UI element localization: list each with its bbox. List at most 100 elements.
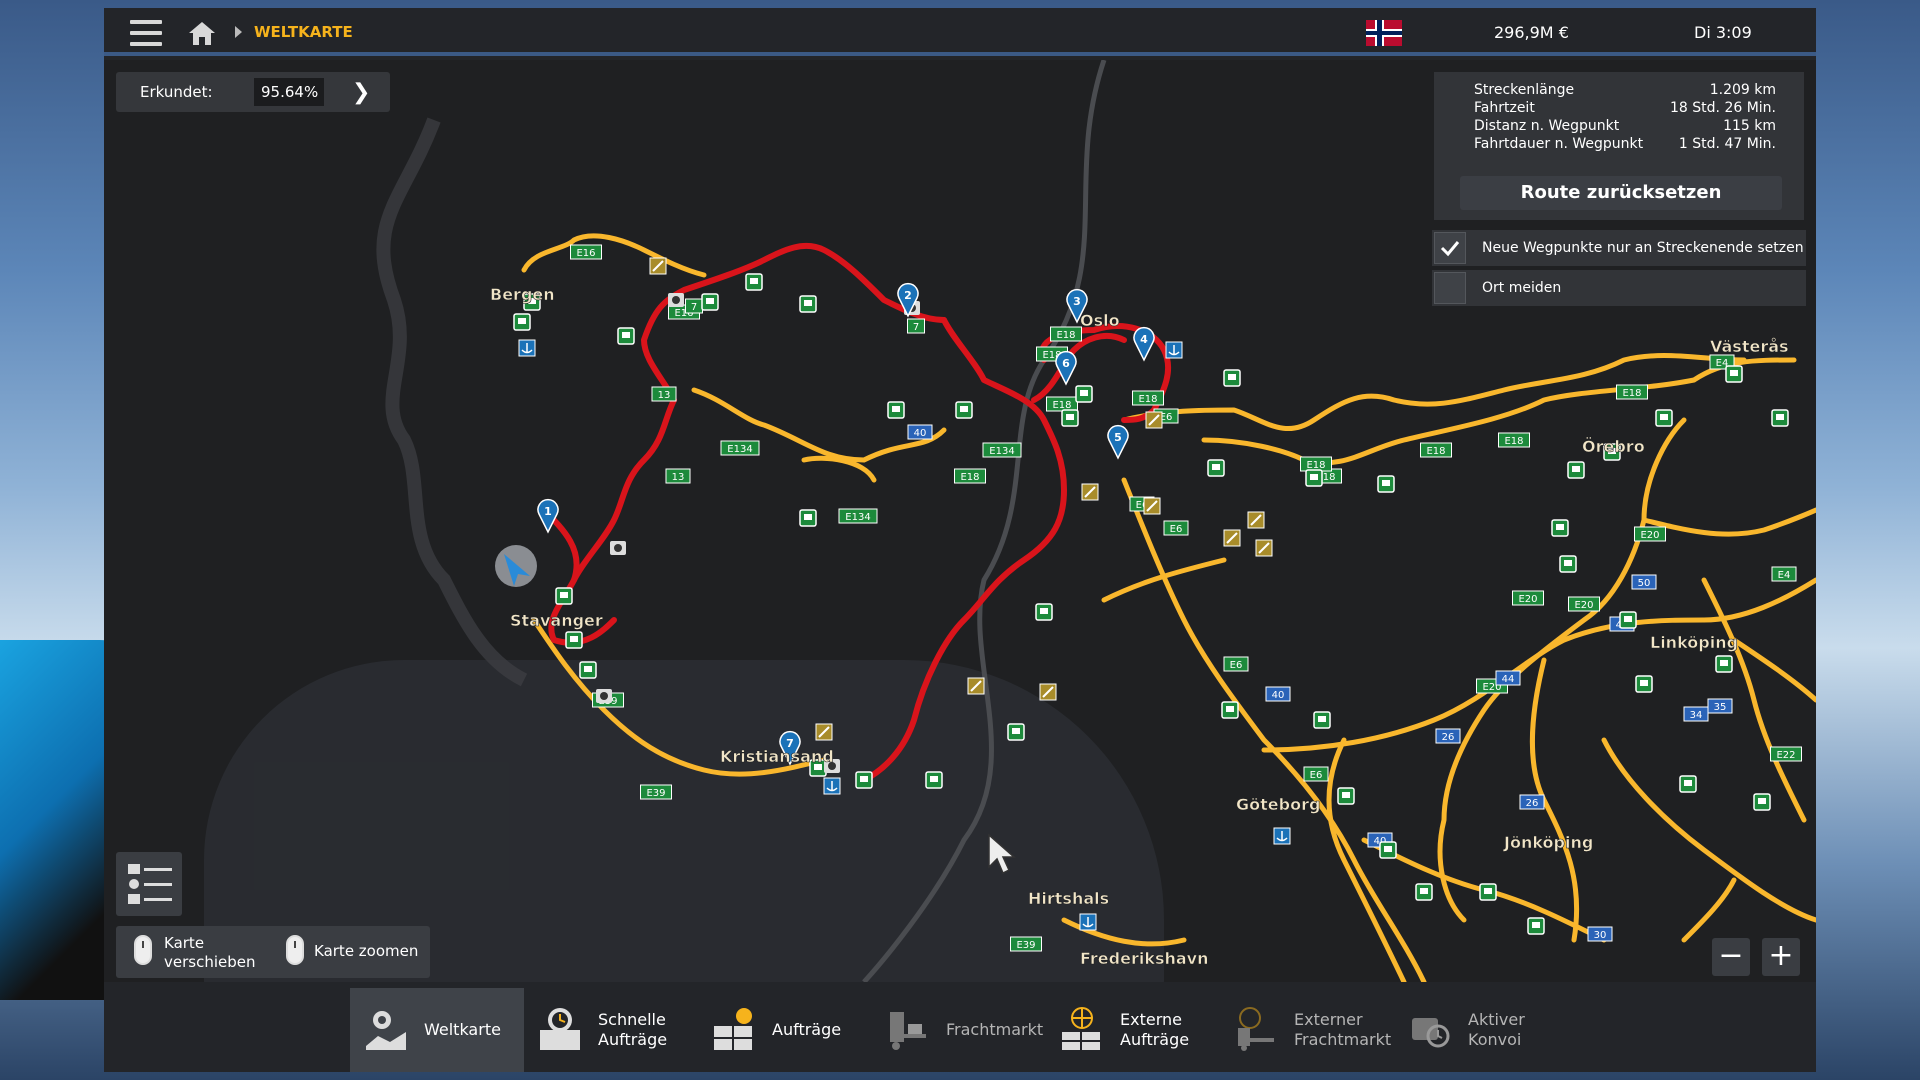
truck-depot-icon[interactable] <box>1305 469 1323 487</box>
truck-depot-icon[interactable] <box>513 313 531 331</box>
truck-depot-icon[interactable] <box>925 771 943 789</box>
zoom-out-button[interactable]: − <box>1712 938 1750 976</box>
ferry-yard-icon[interactable] <box>1145 411 1163 429</box>
tab-jobs[interactable]: Aufträge <box>698 988 872 1072</box>
city-label[interactable]: Frederikshavn <box>1080 949 1209 969</box>
truck-depot-icon[interactable] <box>555 587 573 605</box>
truck-depot-icon[interactable] <box>1035 603 1053 621</box>
truck-depot-icon[interactable] <box>1559 555 1577 573</box>
legend-button[interactable] <box>116 852 182 916</box>
tab-quick-jobs[interactable]: Schnelle Aufträge <box>524 988 698 1072</box>
world-map[interactable]: E16 E16 E134 E134 E134 E18 E18 E18 E18 E18 E18 E18 E… <box>104 60 1816 982</box>
truck-depot-icon[interactable] <box>701 293 719 311</box>
truck-depot-icon[interactable] <box>799 295 817 313</box>
truck-depot-icon[interactable] <box>1075 385 1093 403</box>
truck-depot-icon[interactable] <box>1223 369 1241 387</box>
port-anchor-icon[interactable] <box>518 339 536 357</box>
ferry-yard-icon[interactable] <box>1081 483 1099 501</box>
option-waypoints-end[interactable]: Neue Wegpunkte nur an Streckenende setze… <box>1432 230 1806 266</box>
city-label[interactable]: Västerås <box>1710 337 1789 357</box>
checkbox-avoid-place[interactable] <box>1434 272 1466 304</box>
truck-depot-icon[interactable] <box>1207 459 1225 477</box>
chevron-right-icon[interactable]: ❯ <box>352 80 370 105</box>
truck-depot-icon[interactable] <box>1221 701 1239 719</box>
city-label[interactable]: Stavanger <box>510 611 603 631</box>
truck-depot-icon[interactable] <box>887 401 905 419</box>
checkbox-waypoints-end[interactable] <box>1434 232 1466 264</box>
tab-external-freight-market[interactable]: Externer Frachtmarkt <box>1220 988 1394 1072</box>
port-anchor-icon[interactable] <box>1079 913 1097 931</box>
city-label[interactable]: Oslo <box>1080 311 1120 331</box>
truck-depot-icon[interactable] <box>799 509 817 527</box>
truck-depot-icon[interactable] <box>579 661 597 679</box>
port-anchor-icon[interactable] <box>823 777 841 795</box>
waypoint-pin[interactable]: 6 <box>1055 350 1077 386</box>
road-sign: E18 <box>1300 456 1332 472</box>
waypoint-pin[interactable]: 5 <box>1107 424 1129 460</box>
svg-text:E18: E18 <box>960 472 979 483</box>
truck-depot-icon[interactable] <box>1415 883 1433 901</box>
truck-depot-icon[interactable] <box>855 771 873 789</box>
truck-depot-icon[interactable] <box>1313 711 1331 729</box>
tab-freight-market[interactable]: Frachtmarkt <box>872 988 1046 1072</box>
truck-depot-icon[interactable] <box>1771 409 1789 427</box>
truck-depot-icon[interactable] <box>1753 793 1771 811</box>
truck-depot-icon[interactable] <box>955 401 973 419</box>
camera-icon[interactable] <box>668 293 684 307</box>
truck-depot-icon[interactable] <box>1551 519 1569 537</box>
truck-depot-icon[interactable] <box>1655 409 1673 427</box>
zoom-in-button[interactable]: + <box>1762 938 1800 976</box>
waypoint-pin[interactable]: 4 <box>1133 326 1155 362</box>
tab-external-jobs[interactable]: Externe Aufträge <box>1046 988 1220 1072</box>
home-icon[interactable] <box>188 20 216 46</box>
truck-depot-icon[interactable] <box>1379 841 1397 859</box>
road-sign: E6 <box>1303 766 1329 782</box>
port-anchor-icon[interactable] <box>1165 341 1183 359</box>
svg-text:E6: E6 <box>1230 660 1243 671</box>
ferry-yard-icon[interactable] <box>1223 529 1241 547</box>
city-label[interactable]: Örebro <box>1582 437 1645 457</box>
truck-depot-icon[interactable] <box>565 631 583 649</box>
city-label[interactable]: Kristiansand <box>720 747 834 767</box>
truck-depot-icon[interactable] <box>1725 365 1743 383</box>
tab-world-map[interactable]: Weltkarte <box>350 988 524 1072</box>
truck-depot-icon[interactable] <box>1527 917 1545 935</box>
top-bar: WELTKARTE 296,9M € Di 3:09 <box>104 8 1816 56</box>
truck-depot-icon[interactable] <box>1377 475 1395 493</box>
truck-depot-icon[interactable] <box>617 327 635 345</box>
svg-text:E6: E6 <box>1170 524 1183 535</box>
truck-depot-icon[interactable] <box>1715 655 1733 673</box>
truck-depot-icon[interactable] <box>1619 611 1637 629</box>
breadcrumb[interactable]: WELTKARTE <box>254 23 353 41</box>
ferry-yard-icon[interactable] <box>1255 539 1273 557</box>
port-anchor-icon[interactable] <box>1273 827 1291 845</box>
ferry-yard-icon[interactable] <box>815 723 833 741</box>
truck-depot-icon[interactable] <box>745 273 763 291</box>
city-label[interactable]: Hirtshals <box>1028 889 1110 909</box>
truck-depot-icon[interactable] <box>1007 723 1025 741</box>
camera-icon[interactable] <box>596 689 612 703</box>
truck-depot-icon[interactable] <box>1337 787 1355 805</box>
menu-icon[interactable] <box>130 20 162 46</box>
tab-active-convoy[interactable]: Aktiver Konvoi <box>1394 988 1568 1072</box>
truck-depot-icon[interactable] <box>1479 883 1497 901</box>
city-label[interactable]: Jönköping <box>1503 833 1594 853</box>
svg-text:E134: E134 <box>845 512 870 523</box>
svg-text:E18: E18 <box>1056 330 1075 341</box>
ferry-yard-icon[interactable] <box>649 257 667 275</box>
truck-depot-icon[interactable] <box>1635 675 1653 693</box>
city-label[interactable]: Linköping <box>1650 633 1739 653</box>
waypoint-pin[interactable]: 1 <box>537 498 559 534</box>
ferry-yard-icon[interactable] <box>1247 511 1265 529</box>
truck-depot-icon[interactable] <box>1567 461 1585 479</box>
ferry-yard-icon[interactable] <box>1143 497 1161 515</box>
option-avoid-place[interactable]: Ort meiden <box>1432 270 1806 306</box>
city-label[interactable]: Göteborg <box>1236 795 1321 815</box>
reset-route-button[interactable]: Route zurücksetzen <box>1460 176 1782 210</box>
truck-depot-icon[interactable] <box>1679 775 1697 793</box>
ferry-yard-icon[interactable] <box>1039 683 1057 701</box>
city-label[interactable]: Bergen <box>490 285 555 305</box>
truck-depot-icon[interactable] <box>1061 409 1079 427</box>
camera-icon[interactable] <box>610 541 626 555</box>
ferry-yard-icon[interactable] <box>967 677 985 695</box>
